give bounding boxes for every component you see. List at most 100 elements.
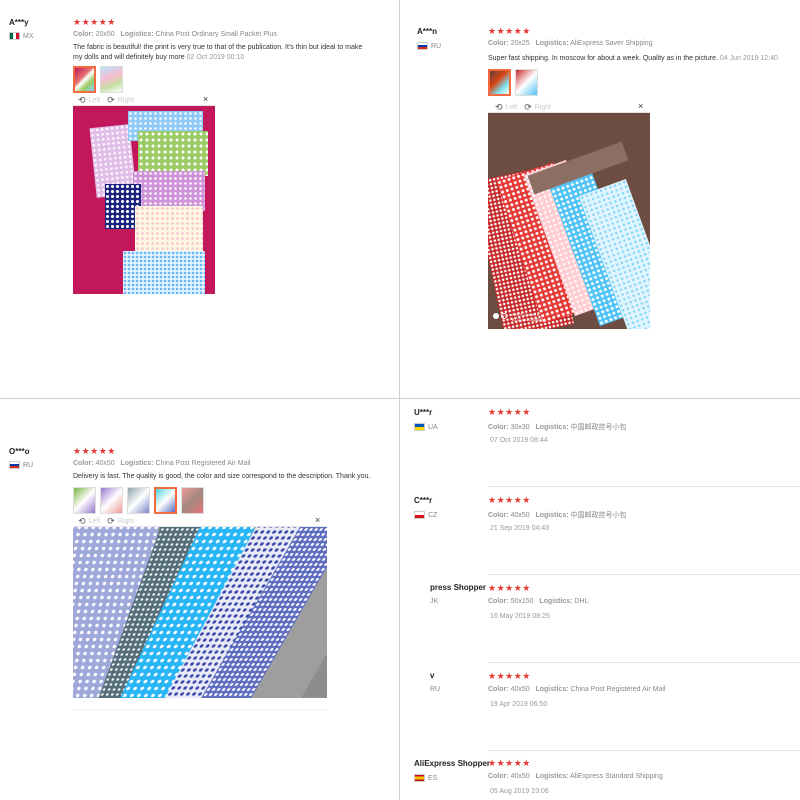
- color-value: 40x50: [510, 512, 530, 519]
- reviewer-country: RU: [430, 686, 440, 693]
- close-icon[interactable]: ×: [315, 515, 320, 525]
- star-rating: ★★★★★: [488, 671, 531, 681]
- fabric-piece: [123, 251, 205, 294]
- logistics-value: 中国邮政挂号小包: [570, 512, 627, 519]
- close-icon[interactable]: ×: [638, 101, 643, 111]
- review-panel-top-left: A***y MX ★★★★★ Color: 20x50 Logistics: C…: [0, 0, 399, 398]
- review-thumbnail[interactable]: [181, 487, 204, 514]
- review-photo[interactable]: [73, 106, 215, 294]
- review-date: 07 Oct 2019 08:44: [490, 437, 548, 444]
- color-value: 20x25: [510, 40, 530, 47]
- star-rating: ★★★★★: [488, 583, 531, 593]
- country-code: RU: [431, 42, 442, 50]
- color-value: 40x50: [95, 460, 115, 467]
- camera-dots: [493, 313, 507, 319]
- logistics-label: Logistics:: [120, 460, 154, 467]
- review-photo[interactable]: SHOT ON MI 8 AI DUAL CAMERA: [488, 113, 650, 329]
- review-photo[interactable]: [73, 527, 327, 698]
- color-label: Color:: [488, 512, 509, 519]
- rotate-left-label[interactable]: Left: [89, 518, 101, 525]
- review-date: 21 Sep 2019 04:43: [490, 525, 550, 532]
- review-date: 04 Jun 2019 12:40: [719, 55, 778, 62]
- reviewer-country: JK: [430, 598, 438, 605]
- thumbnail-strip: [73, 66, 123, 93]
- camera-watermark: SHOT ON MI 8 AI DUAL CAMERA: [512, 312, 546, 322]
- reviewer-country: RU: [9, 461, 33, 469]
- country-code: JK: [430, 598, 439, 605]
- star-rating: ★★★★★: [488, 26, 531, 36]
- color-label: Color:: [488, 598, 509, 605]
- review-thumbnail[interactable]: [154, 487, 177, 514]
- logistics-label: Logistics:: [535, 686, 569, 693]
- review-body: Delivery is fast. The quality is good, t…: [73, 473, 371, 480]
- review-thumbnail[interactable]: [73, 66, 96, 93]
- review-thumbnail[interactable]: [488, 69, 511, 96]
- star-rating: ★★★★★: [73, 446, 116, 456]
- star-rating: ★★★★★: [488, 758, 531, 768]
- color-value: 20x50: [95, 31, 115, 38]
- reviewer-country: UA: [414, 423, 438, 431]
- review-thumbnail[interactable]: [100, 66, 123, 93]
- color-label: Color:: [73, 31, 94, 38]
- order-info: Color: 40x50 Logistics: AliExpress Stand…: [488, 773, 663, 780]
- reviewer-country: RU: [417, 42, 441, 50]
- logistics-label: Logistics:: [535, 424, 569, 431]
- review-thumbnail[interactable]: [127, 487, 150, 514]
- order-info: Color: 40x50 Logistics: China Post Regis…: [488, 686, 665, 693]
- color-label: Color:: [488, 686, 509, 693]
- reviewer-name: AliExpress Shopper: [414, 759, 491, 768]
- color-label: Color:: [488, 424, 509, 431]
- reviewer-name: v: [430, 671, 435, 680]
- review-text: The fabric is beautiful! the print is ve…: [73, 43, 373, 63]
- czech-flag-icon: [414, 511, 425, 519]
- logistics-value: China Post Registered Air Mail: [155, 460, 251, 467]
- list-item: AliExpress Shopper ES ★★★★★ Color: 40x50…: [400, 751, 800, 800]
- color-value: 40x50: [510, 686, 530, 693]
- fabric-piece: [138, 131, 208, 176]
- reviewer-name: A***y: [9, 18, 29, 27]
- logistics-label: Logistics:: [535, 773, 569, 780]
- logistics-value: 中国邮政挂号小包: [570, 424, 627, 431]
- reviewer-name: O***o: [9, 447, 30, 456]
- list-item: press Shopper JK ★★★★★ Color: 50x150 Log…: [400, 575, 800, 663]
- rotate-right-label[interactable]: Right: [118, 97, 134, 104]
- reviewer-country: MX: [9, 32, 34, 40]
- review-date: 19 Apr 2019 06:50: [490, 701, 548, 708]
- review-text: Delivery is fast. The quality is good, t…: [73, 472, 370, 482]
- color-label: Color:: [488, 40, 509, 47]
- review-thumbnail[interactable]: [515, 69, 538, 96]
- color-value: 50x150: [510, 598, 534, 605]
- review-thumbnail[interactable]: [100, 487, 123, 514]
- fabric-piece: [133, 171, 205, 211]
- color-value: 40x50: [510, 773, 530, 780]
- order-info: Color: 20x50 Logistics: China Post Ordin…: [73, 31, 277, 38]
- rotate-left-label[interactable]: Left: [506, 104, 518, 111]
- review-panel-top-right: A***n RU ★★★★★ Color: 20x25 Logistics: A…: [400, 0, 800, 398]
- rotate-left-label[interactable]: Left: [89, 97, 101, 104]
- logistics-label: Logistics:: [539, 598, 573, 605]
- star-rating: ★★★★★: [488, 407, 531, 417]
- country-code: RU: [23, 461, 34, 469]
- spain-flag-icon: [414, 774, 425, 782]
- review-date: 05 Aug 2019 23:06: [490, 788, 549, 795]
- list-item: v RU ★★★★★ Color: 40x50 Logistics: China…: [400, 663, 800, 751]
- rotate-right-label[interactable]: Right: [535, 104, 551, 111]
- close-icon[interactable]: ×: [203, 94, 208, 104]
- reviewer-name: A***n: [417, 27, 438, 36]
- thumbnail-strip: [73, 487, 204, 514]
- rotate-right-label[interactable]: Right: [118, 518, 134, 525]
- country-code: ES: [428, 774, 438, 782]
- reviewer-name: press Shopper: [430, 583, 487, 592]
- review-date: 02 Oct 2019 00:10: [186, 54, 245, 61]
- review-thumbnail[interactable]: [73, 487, 96, 514]
- list-item: C***r CZ ★★★★★ Color: 40x50 Logistics: 中…: [400, 487, 800, 575]
- thumbnail-strip: [488, 69, 538, 96]
- logistics-value: China Post Registered Air Mail: [570, 686, 666, 693]
- star-rating: ★★★★★: [73, 17, 116, 27]
- ukraine-flag-icon: [414, 423, 425, 431]
- order-info: Color: 50x150 Logistics: DHL: [488, 598, 588, 605]
- color-label: Color:: [488, 773, 509, 780]
- review-text: Super fast shipping. In moscow for about…: [488, 54, 778, 64]
- country-code: MX: [23, 32, 34, 40]
- reviewer-name: U***r: [414, 408, 433, 417]
